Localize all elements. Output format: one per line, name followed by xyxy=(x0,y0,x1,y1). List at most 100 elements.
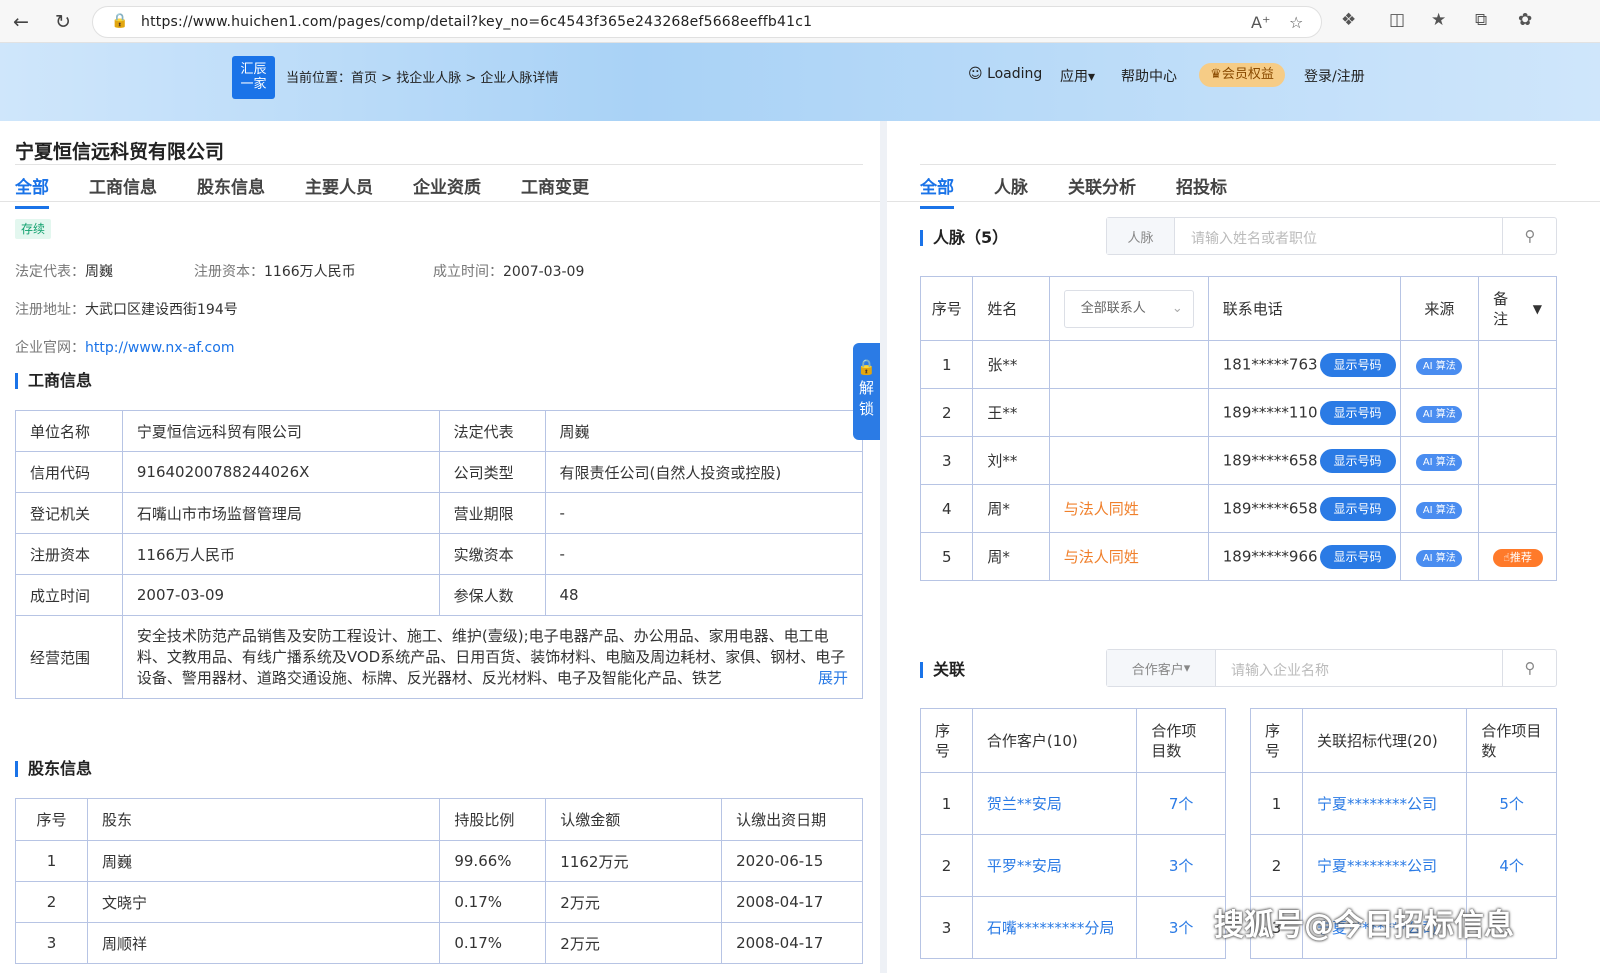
show-number-button[interactable]: 显示号码 xyxy=(1319,352,1396,377)
url-text[interactable]: https://www.huichen1.com/pages/comp/deta… xyxy=(141,14,812,30)
clients-row: 2 平罗**安局 3个 xyxy=(920,834,1226,897)
tab-key-personnel[interactable]: 主要人员 xyxy=(305,173,373,209)
breadcrumb-home[interactable]: 首页 xyxy=(351,71,377,86)
ai-algorithm-badge[interactable]: AI 算法 xyxy=(1416,501,1463,519)
capital-info: 注册资本：1166万人民币 xyxy=(194,261,356,281)
search-icon[interactable]: ⚲ xyxy=(1502,218,1557,254)
vip-button[interactable]: ♛会员权益 xyxy=(1199,63,1285,87)
tab-changes[interactable]: 工商变更 xyxy=(521,173,589,209)
agents-name-link[interactable]: 宁夏********公司 xyxy=(1301,772,1468,835)
address-bar[interactable]: 🔒 https://www.huichen1.com/pages/comp/de… xyxy=(92,6,1322,38)
clients-name-link[interactable]: 贺兰**安局 xyxy=(971,772,1138,835)
agents-count-link[interactable]: 4个 xyxy=(1466,834,1557,897)
back-icon[interactable]: ← xyxy=(8,9,34,35)
logo-text-bottom: 一家 xyxy=(240,77,267,92)
clients-name-link[interactable]: 平罗**安局 xyxy=(971,834,1138,897)
search-icon[interactable]: ⚲ xyxy=(1502,650,1557,686)
apps-label: 应用 xyxy=(1060,69,1088,85)
tab-business-info[interactable]: 工商信息 xyxy=(89,173,157,209)
table-row: 1 周巍 99.66% 1162万元 2020-06-15 xyxy=(15,840,863,882)
tab-qualifications[interactable]: 企业资质 xyxy=(413,173,481,209)
clients-count-link[interactable]: 3个 xyxy=(1136,896,1226,959)
help-center-link[interactable]: 帮助中心 xyxy=(1121,66,1177,86)
ai-algorithm-badge[interactable]: AI 算法 xyxy=(1416,405,1463,423)
col-note-label: 备注 xyxy=(1493,289,1509,328)
breadcrumb-find[interactable]: 找企业人脉 xyxy=(396,71,461,86)
favorite-star-icon[interactable]: ☆ xyxy=(1289,13,1303,32)
contact-phone: 189*****110 xyxy=(1222,403,1318,421)
user-loading[interactable]: ☺ Loading xyxy=(968,66,1042,82)
contacts-table: 序号 姓名 全部联系人 ⌄ 联系电话 来源 备注 ▼ 1 张** 181*****763… xyxy=(919,276,1557,581)
col-phone: 联系电话 xyxy=(1207,276,1401,341)
shareholder-cell: 2万元 xyxy=(545,881,723,923)
contact-name: 刘** xyxy=(972,436,1050,485)
caret-down-icon[interactable]: ▼ xyxy=(1533,299,1542,319)
contact-source-cell: AI 算法 xyxy=(1399,532,1480,581)
ai-algorithm-badge[interactable]: AI 算法 xyxy=(1416,549,1463,567)
contact-filter-select[interactable]: 全部联系人 ⌄ xyxy=(1063,289,1194,328)
col-name: 姓名 xyxy=(972,276,1050,341)
contact-tag: 与法人同姓 xyxy=(1048,532,1209,581)
breadcrumb: 当前位置：首页 > 找企业人脉 > 企业人脉详情 xyxy=(286,67,558,86)
relations-filter-select[interactable]: 合作客户 ▾ xyxy=(1107,650,1216,686)
ai-algorithm-badge[interactable]: AI 算法 xyxy=(1416,453,1463,471)
founded-label: 成立时间： xyxy=(433,264,503,280)
clients-name-link[interactable]: 石嘴*********分局 xyxy=(971,896,1138,959)
tab-shareholders[interactable]: 股东信息 xyxy=(197,173,265,209)
contact-row: 1 张** 181*****763 显示号码 AI 算法 xyxy=(919,340,1557,389)
refresh-icon[interactable]: ↻ xyxy=(50,9,76,35)
tab-bidding[interactable]: 招投标 xyxy=(1176,173,1227,209)
contact-no: 2 xyxy=(919,388,974,437)
read-aloud-icon[interactable]: A⁺ xyxy=(1251,13,1270,32)
biz-value: 2007-03-09 xyxy=(121,574,440,616)
site-logo[interactable]: 汇辰 一家 xyxy=(232,56,275,99)
unlock-button[interactable]: 🔒 解锁 xyxy=(853,343,880,440)
tab-contacts[interactable]: 人脉 xyxy=(994,173,1028,209)
breadcrumb-separator: > xyxy=(381,71,393,86)
relations-search-input[interactable]: 请输入企业名称 xyxy=(1231,660,1329,680)
contact-source-cell: AI 算法 xyxy=(1399,340,1480,389)
tab-right-all[interactable]: 全部 xyxy=(920,173,954,209)
contact-note-cell xyxy=(1478,484,1557,533)
show-number-button[interactable]: 显示号码 xyxy=(1319,448,1396,473)
copilot-icon[interactable]: ✿ xyxy=(1518,10,1532,30)
tab-relation-analysis[interactable]: 关联分析 xyxy=(1068,173,1136,209)
clients-count-link[interactable]: 3个 xyxy=(1136,834,1226,897)
capital-label: 注册资本： xyxy=(194,264,264,280)
contacts-search-input[interactable]: 请输入姓名或者职位 xyxy=(1191,228,1317,248)
browser-toolbar: ← ↻ 🔒 https://www.huichen1.com/pages/com… xyxy=(0,0,1600,43)
agents-col-header: 合作项目数 xyxy=(1466,708,1557,773)
biz-label: 成立时间 xyxy=(15,574,123,616)
tab-all[interactable]: 全部 xyxy=(15,173,49,209)
relations-heading: 关联 xyxy=(920,662,965,678)
website-link[interactable]: http://www.nx-af.com xyxy=(85,340,234,356)
extensions-icon[interactable]: ❖ xyxy=(1341,10,1356,30)
favorites-icon[interactable]: ★ xyxy=(1431,10,1446,30)
shareholder-col-header: 认缴金额 xyxy=(545,798,723,841)
biz-value: - xyxy=(544,533,864,575)
contact-no: 4 xyxy=(919,484,974,533)
clients-col-header: 序号 xyxy=(920,708,973,773)
agents-count-link[interactable]: 5个 xyxy=(1466,772,1557,835)
table-row: 信用代码 91640200788244026X 公司类型 有限责任公司(自然人投资或控… xyxy=(15,451,864,493)
expand-link[interactable]: 展开 xyxy=(813,668,848,689)
shareholder-col-header: 认缴出资日期 xyxy=(721,798,863,841)
split-screen-icon[interactable]: ◫ xyxy=(1389,10,1405,30)
contact-phone: 189*****658 xyxy=(1222,451,1318,469)
show-number-button[interactable]: 显示号码 xyxy=(1319,496,1396,521)
show-number-button[interactable]: 显示号码 xyxy=(1319,544,1396,569)
clients-count-link[interactable]: 7个 xyxy=(1136,772,1226,835)
divider xyxy=(920,164,1556,165)
login-link[interactable]: 登录/注册 xyxy=(1304,66,1365,86)
unlock-label-1: 解 xyxy=(858,379,874,397)
ai-label: 算法 xyxy=(1435,504,1456,516)
apps-menu[interactable]: 应用▾ xyxy=(1060,66,1095,86)
agents-name-link[interactable]: 宁夏********公司 xyxy=(1301,834,1468,897)
ai-algorithm-badge[interactable]: AI 算法 xyxy=(1416,357,1463,375)
collections-icon[interactable]: ⧉ xyxy=(1475,10,1487,30)
table-row: 登记机关 石嘴山市市场监督管理局 营业期限 - xyxy=(15,492,864,534)
contact-source-cell: AI 算法 xyxy=(1399,436,1480,485)
show-number-button[interactable]: 显示号码 xyxy=(1319,400,1396,425)
shareholder-cell: 1162万元 xyxy=(545,840,723,882)
biz-label: 信用代码 xyxy=(15,451,123,493)
